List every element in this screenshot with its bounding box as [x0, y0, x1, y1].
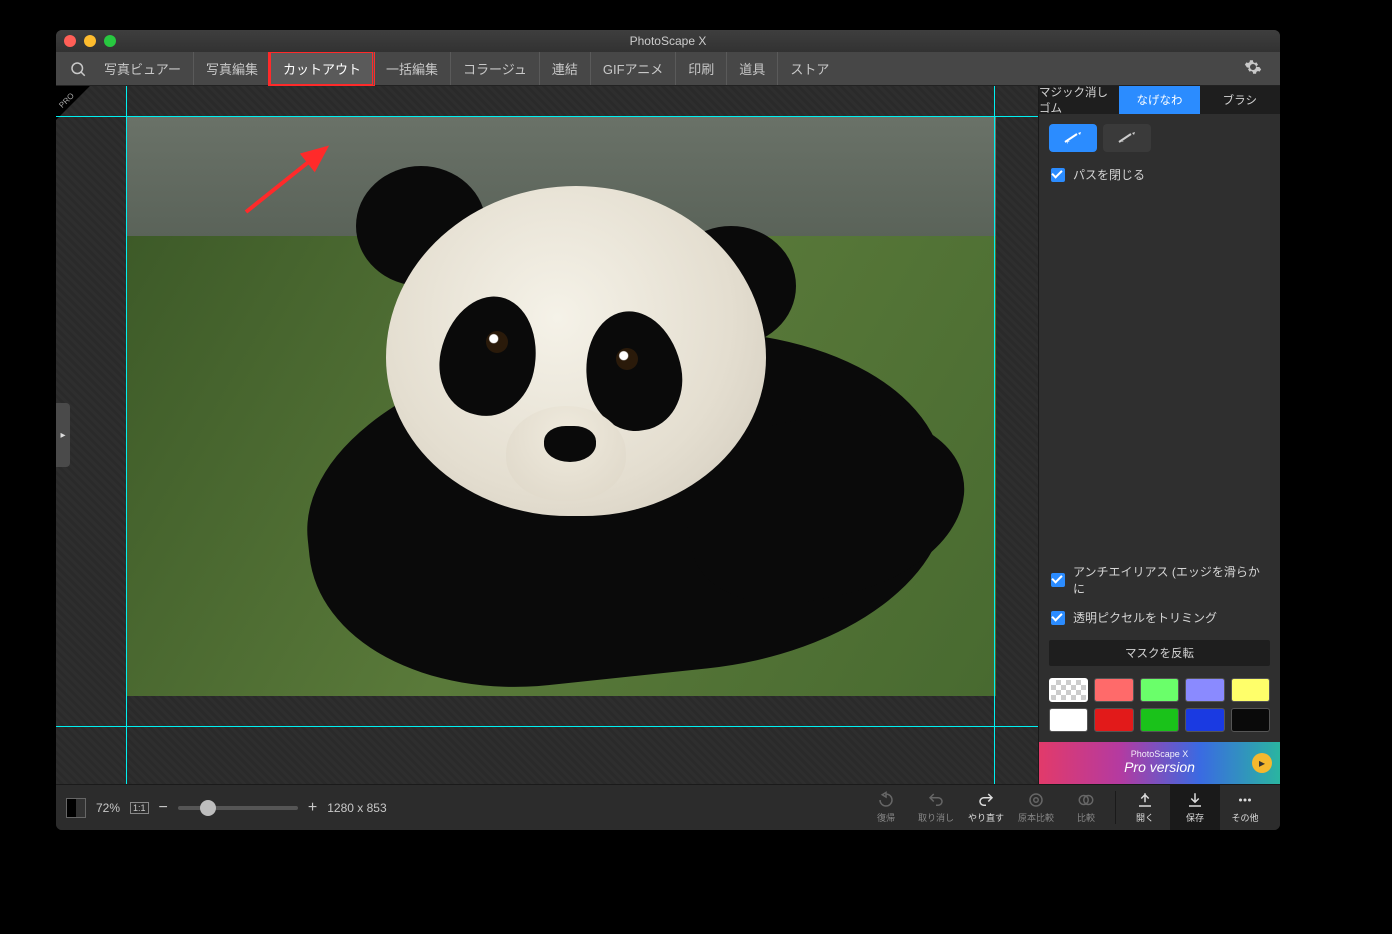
close-path-checkbox[interactable]: パスを閉じる	[1039, 162, 1280, 191]
main-tab-3[interactable]: 一括編集	[373, 52, 450, 85]
bg-swatch-4[interactable]	[1231, 678, 1270, 702]
background-toggle-icon[interactable]	[66, 798, 86, 818]
antialias-label: アンチエイリアス (エッジを滑らかに	[1073, 563, 1268, 597]
antialias-checkbox[interactable]: アンチエイリアス (エッジを滑らかに	[1039, 559, 1280, 605]
app-logo-icon[interactable]	[64, 55, 92, 83]
image-canvas[interactable]	[126, 116, 996, 696]
main-tab-2[interactable]: カットアウト	[270, 52, 373, 85]
tool-tab-1[interactable]: なげなわ	[1119, 86, 1199, 114]
zoom-slider[interactable]	[178, 806, 298, 810]
guide-vertical[interactable]	[994, 86, 995, 784]
close-path-label: パスを閉じる	[1073, 166, 1145, 183]
svg-text:−: −	[1119, 137, 1124, 145]
side-panel: マジック消しゴムなげなわブラシ + − パスを閉じる アンチエイリアス (エッジ…	[1038, 86, 1280, 784]
footer-bar: 72% 1:1 − + 1280 x 853 復帰 取り消し やり直す 原本比較…	[56, 784, 1280, 830]
guide-horizontal[interactable]	[56, 726, 1038, 727]
invert-mask-button[interactable]: マスクを反転	[1049, 640, 1270, 666]
svg-text:+: +	[1065, 137, 1070, 145]
compare-button[interactable]: 比較	[1061, 785, 1111, 830]
settings-gear-icon[interactable]	[1234, 58, 1272, 79]
tool-tab-0[interactable]: マジック消しゴム	[1039, 86, 1119, 114]
guide-vertical[interactable]	[126, 86, 127, 784]
bg-swatch-6[interactable]	[1094, 708, 1133, 732]
tool-tab-2[interactable]: ブラシ	[1200, 86, 1280, 114]
zoom-level: 72%	[96, 801, 120, 815]
promo-arrow-icon: ▸	[1252, 753, 1272, 773]
bg-swatch-1[interactable]	[1094, 678, 1133, 702]
main-tab-6[interactable]: GIFアニメ	[590, 52, 675, 85]
app-window: PhotoScape X 写真ビュアー写真編集カットアウト一括編集コラージュ連結…	[56, 30, 1280, 830]
main-tab-8[interactable]: 道具	[726, 52, 777, 85]
bg-swatch-3[interactable]	[1185, 678, 1224, 702]
original-compare-button[interactable]: 原本比較	[1011, 785, 1061, 830]
close-window-button[interactable]	[64, 35, 76, 47]
canvas-area[interactable]: PRO ▸	[56, 86, 1038, 784]
guide-horizontal[interactable]	[56, 116, 1038, 117]
window-controls	[64, 35, 116, 47]
checkbox-icon	[1051, 611, 1065, 625]
lasso-add-button[interactable]: +	[1049, 124, 1097, 152]
trim-transparent-label: 透明ピクセルをトリミング	[1073, 609, 1217, 626]
titlebar: PhotoScape X	[56, 30, 1280, 52]
main-tabbar: 写真ビュアー写真編集カットアウト一括編集コラージュ連結GIFアニメ印刷道具ストア	[56, 52, 1280, 86]
one-to-one-button[interactable]: 1:1	[130, 802, 149, 814]
pro-badge: PRO	[56, 86, 104, 134]
lasso-subtract-button[interactable]: −	[1103, 124, 1151, 152]
promo-line2: Pro version	[1124, 760, 1195, 775]
checkbox-icon	[1051, 573, 1065, 587]
main-tab-5[interactable]: 連結	[539, 52, 590, 85]
open-button[interactable]: 開く	[1120, 785, 1170, 830]
bg-swatch-0[interactable]	[1049, 678, 1088, 702]
bg-swatch-5[interactable]	[1049, 708, 1088, 732]
main-tab-7[interactable]: 印刷	[675, 52, 726, 85]
restore-button[interactable]: 復帰	[861, 785, 911, 830]
zoom-window-button[interactable]	[104, 35, 116, 47]
undo-button[interactable]: 取り消し	[911, 785, 961, 830]
window-title: PhotoScape X	[56, 34, 1280, 48]
minimize-window-button[interactable]	[84, 35, 96, 47]
zoom-in-button[interactable]: +	[308, 799, 317, 817]
main-tab-9[interactable]: ストア	[777, 52, 841, 85]
checkbox-icon	[1051, 168, 1065, 182]
redo-button[interactable]: やり直す	[961, 785, 1011, 830]
expand-sidebar-handle[interactable]: ▸	[56, 403, 70, 467]
main-tab-4[interactable]: コラージュ	[450, 52, 539, 85]
bg-swatch-2[interactable]	[1140, 678, 1179, 702]
bg-swatch-7[interactable]	[1140, 708, 1179, 732]
bg-swatch-8[interactable]	[1185, 708, 1224, 732]
main-tab-0[interactable]: 写真ビュアー	[92, 52, 193, 85]
promo-line1: PhotoScape X	[1124, 750, 1195, 760]
image-dimensions: 1280 x 853	[327, 801, 386, 815]
bg-swatch-9[interactable]	[1231, 708, 1270, 732]
zoom-out-button[interactable]: −	[159, 799, 168, 817]
save-button[interactable]: 保存	[1170, 785, 1220, 830]
pro-version-promo[interactable]: PhotoScape X Pro version ▸	[1039, 742, 1280, 784]
more-button[interactable]: その他	[1220, 785, 1270, 830]
main-tab-1[interactable]: 写真編集	[193, 52, 270, 85]
trim-transparent-checkbox[interactable]: 透明ピクセルをトリミング	[1039, 605, 1280, 634]
